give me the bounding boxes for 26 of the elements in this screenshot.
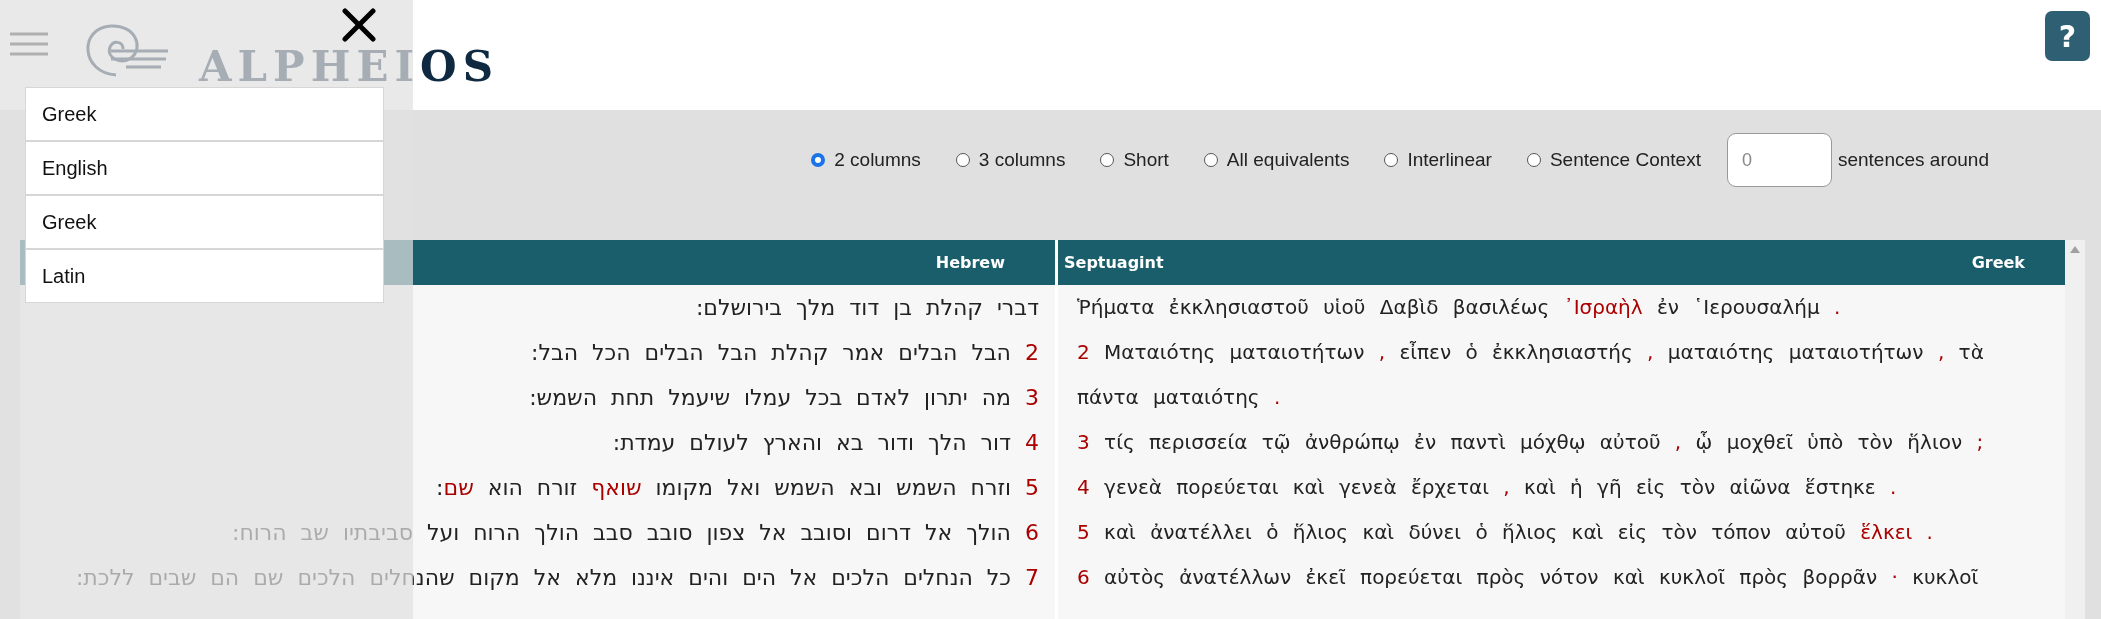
- source-title: Septuagint: [1064, 253, 1164, 272]
- language-menu-item[interactable]: Greek: [25, 195, 384, 249]
- close-icon[interactable]: [342, 8, 376, 42]
- verse-text: Ῥήματα ἐκκλησιαστοῦ υἱοῦ Δαβὶδ βασιλέως ᾿Ισραὴλ ἐν ῾Ιερουσαλήμ .: [1077, 294, 1842, 321]
- help-button[interactable]: ?: [2045, 11, 2090, 61]
- scroll-up-icon[interactable]: [2070, 246, 2080, 253]
- view-option[interactable]: Short: [1100, 133, 1169, 187]
- verse-text: דברי קהלת בן דוד מלך בירושלם:: [694, 294, 1039, 322]
- view-option[interactable]: All equivalents: [1203, 133, 1350, 187]
- view-option[interactable]: 2 columns: [811, 133, 921, 187]
- verse-text: 2 Ματαιότης ματαιοτήτων , εἶπεν ὁ ἐκκλησιαστής , ματαιότης ματαιοτήτων , τὰ πάντα ματαιότης .: [1077, 339, 1985, 411]
- verse-text: 4 γενεὰ πορεύεται καὶ γενεὰ ἔρχεται , καὶ ἡ γῆ εἰς τὸν αἰῶνα ἕστηκε .: [1077, 474, 1898, 501]
- verse-text: 6 αὐτὸς ἀνατέλλων ἐκεῖ πορεύεται πρὸς νότον καὶ κυκλοῖ πρὸς βορρᾶν · κυκλοῖ: [1077, 564, 1980, 591]
- view-option[interactable]: Sentence Context: [1526, 133, 1701, 187]
- sentences-label: sentences around: [1837, 148, 1989, 172]
- sentences-field[interactable]: 0: [1726, 133, 1832, 187]
- language-menu-item[interactable]: English: [25, 141, 384, 195]
- language-menu-item[interactable]: Greek: [25, 87, 384, 141]
- verse-text: 5 καὶ ἀνατέλλει ὁ ἥλιος καὶ δύνει ὁ ἥλιος καὶ εἰς τὸν τόπον αὐτοῦ ἕλκει .: [1077, 519, 1934, 546]
- language-menu-item[interactable]: Latin: [25, 249, 384, 303]
- view-option[interactable]: 3 columns: [955, 133, 1066, 187]
- language-label: Hebrew: [935, 253, 1005, 272]
- language-label: Greek: [1971, 253, 2025, 272]
- scrollbar[interactable]: [2065, 240, 2085, 619]
- verse-text: 3 τίς περισσεία τῷ ἀνθρώπῳ ἐν παντὶ μόχθῳ αὐτοῦ , ᾧ μοχθεῖ ὑπὸ τὸν ἥλιον ;: [1077, 429, 1985, 456]
- view-option[interactable]: Interlinear: [1384, 133, 1492, 187]
